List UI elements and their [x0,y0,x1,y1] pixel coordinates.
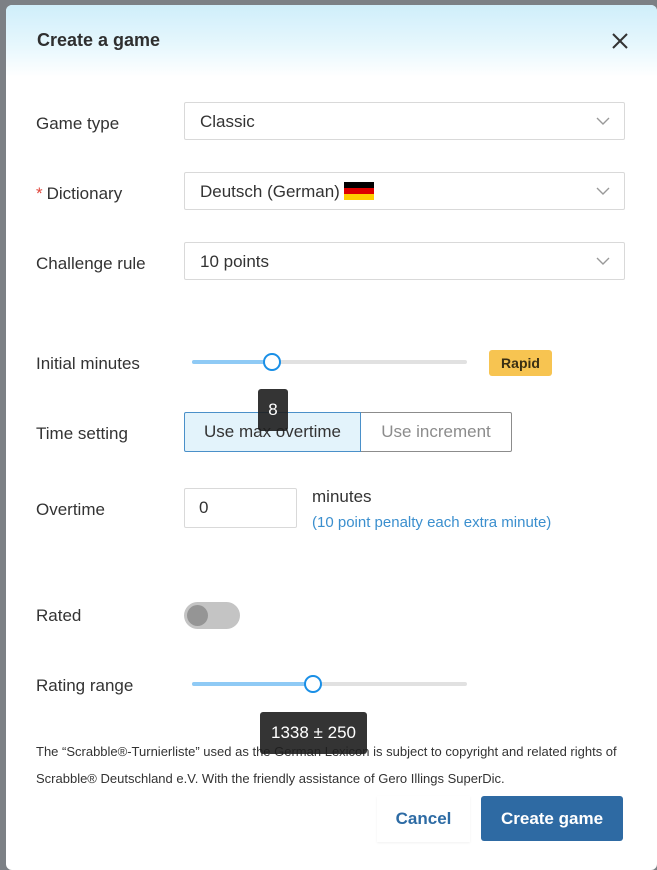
rating-range-tooltip: 1338 ± 250 [260,712,367,754]
rapid-badge: Rapid [489,350,552,376]
close-button[interactable] [610,31,630,51]
overtime-input[interactable] [184,488,297,528]
use-increment-button[interactable]: Use increment [361,412,512,452]
dictionary-value: Deutsch (German) [200,182,340,201]
create-game-dialog: Create a game Game type Classic * Diction… [6,5,657,870]
game-type-label: Game type [36,114,120,133]
rating-range-label: Rating range [36,676,134,695]
challenge-rule-select[interactable]: 10 points [184,242,625,280]
dictionary-value-wrap: Deutsch (German) [200,182,374,202]
dialog-title: Create a game [37,30,161,50]
challenge-rule-value: 10 points [200,252,269,271]
initial-minutes-tooltip: 8 [258,389,288,431]
initial-minutes-slider-handle[interactable] [262,353,281,371]
dialog-header: Create a game [6,5,657,77]
rated-toggle-knob [187,605,208,626]
rated-label: Rated [36,606,82,625]
cancel-button[interactable]: Cancel [377,796,470,842]
rating-range-slider-handle[interactable] [304,675,322,693]
chevron-down-icon [596,187,610,195]
game-type-select[interactable]: Classic [184,102,625,140]
initial-minutes-label: Initial minutes [36,354,140,373]
overtime-unit: minutes [312,487,372,506]
rating-range-slider[interactable] [192,675,467,693]
rating-range-slider-fill [192,682,313,686]
game-type-value: Classic [200,112,255,131]
overtime-penalty-note: (10 point penalty each extra minute) [312,514,552,531]
time-setting-label: Time setting [36,424,128,443]
dictionary-select[interactable]: Deutsch (German) [184,172,625,210]
challenge-rule-label: Challenge rule [36,254,146,273]
rated-toggle[interactable] [184,602,240,629]
close-icon [612,33,628,49]
required-mark: * [36,184,43,203]
dictionary-label-text: Dictionary [46,184,123,203]
dictionary-label: * Dictionary [36,184,122,204]
initial-minutes-slider-fill [192,360,272,364]
chevron-down-icon [596,117,610,125]
initial-minutes-slider[interactable] [192,353,467,371]
create-game-button[interactable]: Create game [481,796,623,841]
chevron-down-icon [596,257,610,265]
overtime-label: Overtime [36,500,105,519]
german-flag-icon [343,182,374,200]
